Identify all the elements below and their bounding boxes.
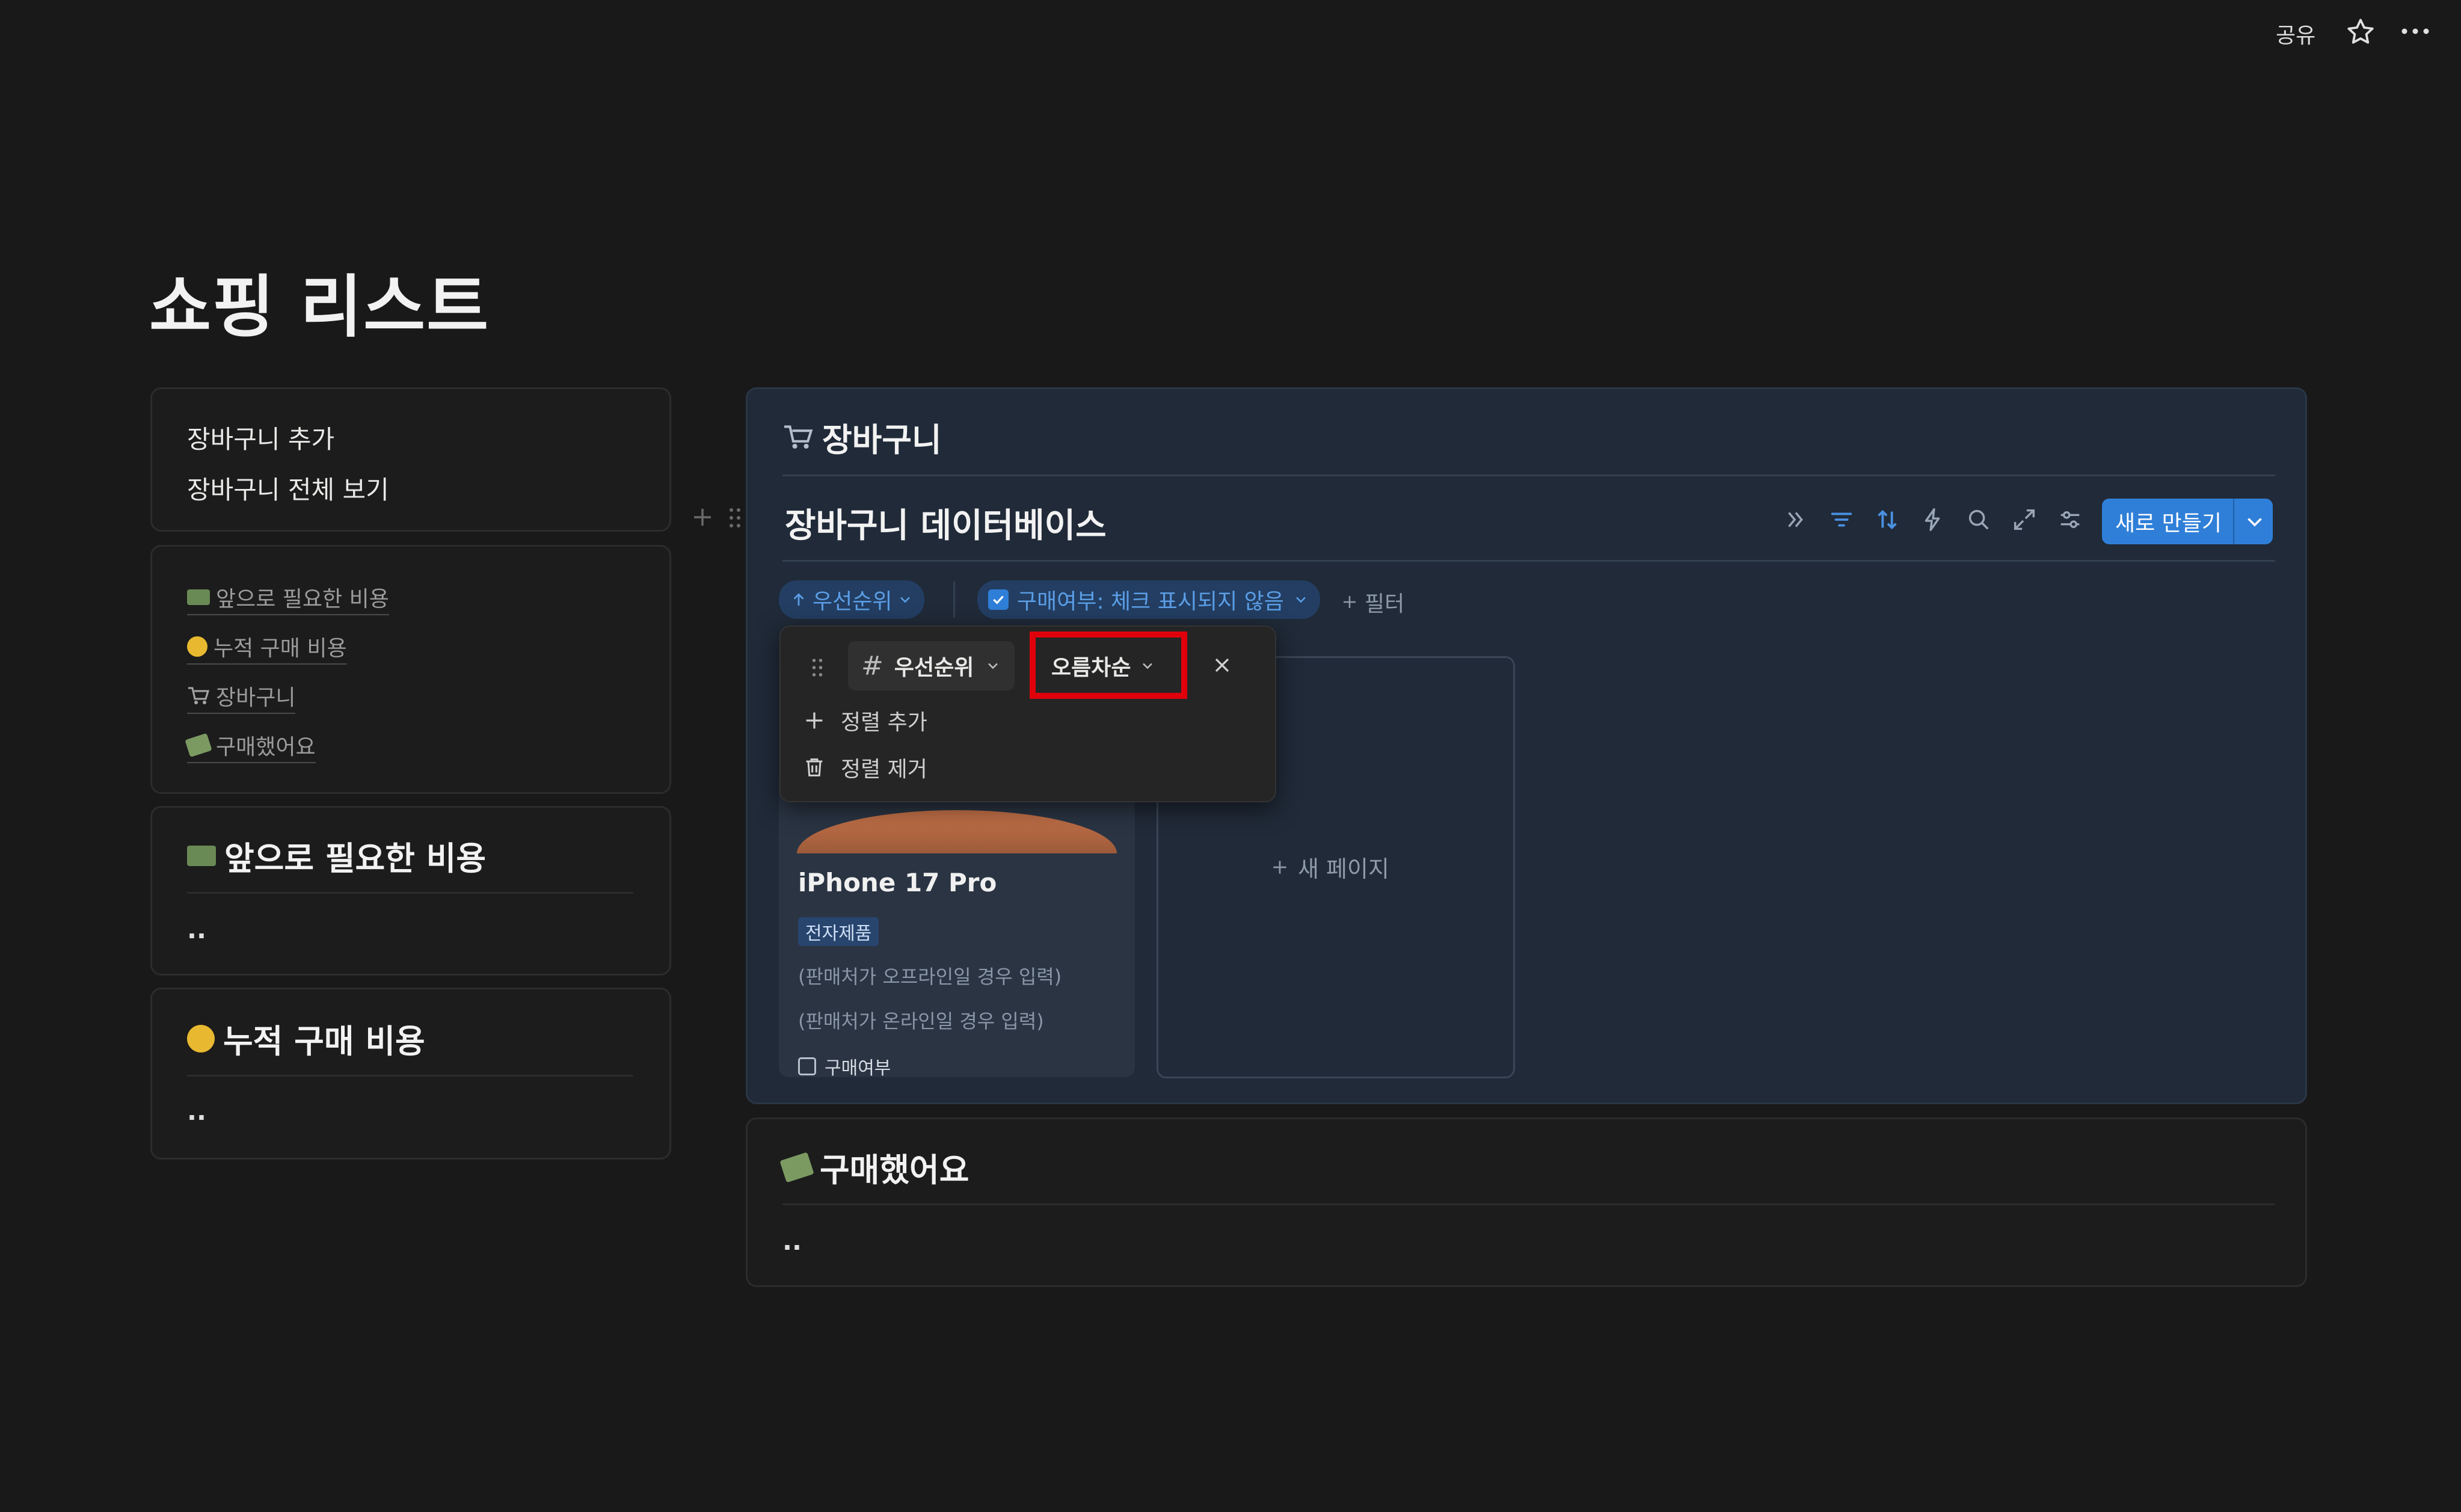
accumulated-cost-card: 누적 구매 비용 .. <box>150 988 671 1160</box>
chevron-down-icon <box>900 597 911 603</box>
drag-handle-icon[interactable] <box>728 506 742 529</box>
offline-seller-hint: (판매처가 오프라인일 경우 입력) <box>798 965 1062 988</box>
purchased-checkbox[interactable]: 구매여부 <box>798 1053 891 1077</box>
star-icon[interactable] <box>2346 17 2376 47</box>
filter-chip-label: 구매여부: 체크 표시되지 않음 <box>1017 589 1284 614</box>
cart-heading: 장바구니 <box>782 413 942 461</box>
view-all-cart-link[interactable]: 장바구니 전체 보기 <box>187 470 389 506</box>
accumulated-cost-heading: 누적 구매 비용 <box>187 1015 425 1062</box>
number-property-icon: # <box>861 650 883 681</box>
toc-label: 장바구니 <box>216 686 296 710</box>
divider <box>187 1075 633 1077</box>
new-page-label: 새 페이지 <box>1298 856 1389 882</box>
toc-label: 구매했어요 <box>216 735 316 760</box>
future-cost-value: .. <box>187 915 206 944</box>
future-cost-heading: 앞으로 필요한 비용 <box>187 832 486 879</box>
toc-item-future-cost[interactable]: 앞으로 필요한 비용 <box>187 582 389 615</box>
plus-icon <box>806 712 823 729</box>
quick-links-card: 장바구니 추가 장바구니 전체 보기 <box>150 387 671 532</box>
chevron-down-icon <box>1295 597 1306 603</box>
sort-chip[interactable]: 우선순위 <box>779 580 925 619</box>
future-cost-card: 앞으로 필요한 비용 .. <box>150 806 671 976</box>
money-face-emoji-icon <box>187 1024 215 1053</box>
sort-icon[interactable] <box>1873 506 1901 533</box>
chevron-down-icon <box>1143 663 1153 669</box>
arrow-up-icon <box>793 593 804 606</box>
settings-sliders-icon[interactable] <box>2056 506 2084 533</box>
database-title[interactable]: 장바구니 데이터베이스 <box>785 499 1107 547</box>
checkbox-icon <box>798 1057 816 1075</box>
add-block-icon[interactable] <box>690 505 714 529</box>
automation-bolt-icon[interactable] <box>1919 506 1947 533</box>
new-button[interactable]: 새로 만들기 <box>2102 499 2273 544</box>
search-icon[interactable] <box>1965 506 1992 533</box>
drag-handle-icon[interactable] <box>811 657 824 678</box>
add-filter-button[interactable]: 필터 <box>1341 586 1404 618</box>
phone-photo-edge <box>797 810 1117 853</box>
money-emoji-icon <box>187 845 216 866</box>
trash-icon <box>806 758 823 776</box>
close-icon[interactable] <box>1210 653 1234 677</box>
table-of-contents: 앞으로 필요한 비용 누적 구매 비용 장바구니 구매했어요 <box>150 545 671 794</box>
plus-icon <box>1344 596 1356 608</box>
divider <box>782 475 2275 476</box>
add-sort-button[interactable]: 정렬 추가 <box>802 705 927 736</box>
divider <box>782 1203 2275 1205</box>
category-tag: 전자제품 <box>798 917 879 946</box>
accumulated-cost-value: .. <box>187 1096 206 1126</box>
sort-direction-select[interactable]: 오름차순 <box>1039 641 1169 690</box>
money-emoji-icon <box>187 589 210 605</box>
divider <box>782 560 2275 562</box>
divider <box>187 892 633 894</box>
online-seller-hint: (판매처가 온라인일 경우 입력) <box>798 1010 1044 1033</box>
new-button-label: 새로 만들기 <box>2115 511 2222 536</box>
add-cart-link[interactable]: 장바구니 추가 <box>187 419 334 456</box>
purchased-heading: 구매했어요 <box>779 1143 969 1191</box>
expand-icon[interactable] <box>2011 506 2038 533</box>
purchased-card: 구매했어요 .. <box>746 1117 2307 1287</box>
filter-chip[interactable]: 구매여부: 체크 표시되지 않음 <box>977 580 1320 619</box>
chevron-down-icon <box>988 663 998 669</box>
collapse-chevrons-icon[interactable] <box>1782 506 1810 533</box>
divider <box>953 582 955 618</box>
filter-icon[interactable] <box>1828 506 1855 533</box>
card-title: iPhone 17 Pro <box>798 868 997 897</box>
toc-item-purchased[interactable]: 구매했어요 <box>185 730 316 763</box>
purchased-title: 구매했어요 <box>820 1151 969 1189</box>
checkbox-label: 구매여부 <box>825 1058 891 1077</box>
remove-sort-label: 정렬 제거 <box>841 757 927 782</box>
plus-icon <box>1273 860 1286 874</box>
new-page-button[interactable]: 새 페이지 <box>1270 850 1389 884</box>
checkbox-checked-icon <box>988 589 1009 610</box>
chevron-down-icon[interactable] <box>2234 511 2266 532</box>
money-face-emoji-icon <box>187 636 207 657</box>
sort-property-select[interactable]: # 우선순위 <box>848 641 1015 690</box>
accumulated-cost-title: 누적 구매 비용 <box>223 1022 425 1060</box>
more-icon[interactable] <box>2397 19 2433 43</box>
page-title: 쇼핑 리스트 <box>149 268 490 346</box>
flying-money-emoji-icon <box>185 733 212 758</box>
future-cost-title: 앞으로 필요한 비용 <box>224 840 487 877</box>
flying-money-emoji-icon <box>779 1152 814 1182</box>
cart-title: 장바구니 <box>822 421 942 459</box>
cart-emoji-icon <box>782 423 814 451</box>
sort-direction-label: 오름차순 <box>1051 656 1131 680</box>
toc-label: 앞으로 필요한 비용 <box>216 587 389 612</box>
cart-emoji-icon <box>187 686 210 706</box>
toc-item-accumulated-cost[interactable]: 누적 구매 비용 <box>187 631 347 665</box>
sort-property-label: 우선순위 <box>894 656 974 680</box>
share-button[interactable]: 공유 <box>2276 18 2315 49</box>
sort-popup: # 우선순위 오름차순 정렬 추가 정렬 제거 <box>779 625 1276 802</box>
add-sort-label: 정렬 추가 <box>841 710 927 735</box>
sort-chip-label: 우선순위 <box>813 589 893 614</box>
toc-item-cart[interactable]: 장바구니 <box>187 680 296 714</box>
add-filter-label: 필터 <box>1365 592 1405 616</box>
purchased-value: .. <box>782 1226 802 1256</box>
toc-label: 누적 구매 비용 <box>214 636 347 661</box>
remove-sort-button[interactable]: 정렬 제거 <box>802 752 927 783</box>
